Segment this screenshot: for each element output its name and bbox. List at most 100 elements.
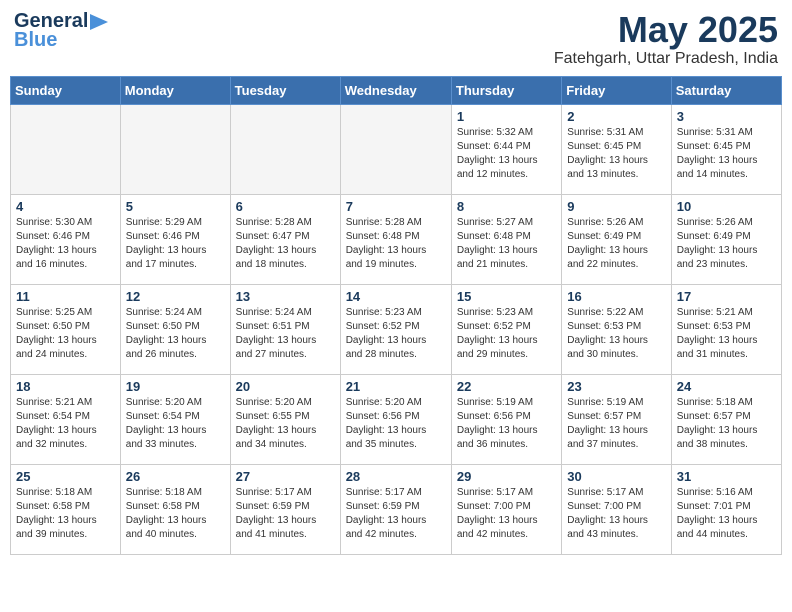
day-info: Sunrise: 5:27 AM Sunset: 6:48 PM Dayligh… (457, 216, 556, 272)
calendar-day-cell: 19 Sunrise: 5:20 AM Sunset: 6:54 PM Dayli… (120, 374, 230, 464)
day-number: 6 (236, 199, 335, 214)
day-info: Sunrise: 5:32 AM Sunset: 6:44 PM Dayligh… (457, 126, 556, 182)
day-number: 27 (236, 469, 335, 484)
day-number: 21 (346, 379, 446, 394)
day-info: Sunrise: 5:22 AM Sunset: 6:53 PM Dayligh… (567, 306, 665, 362)
day-number: 4 (16, 199, 115, 214)
day-info: Sunrise: 5:23 AM Sunset: 6:52 PM Dayligh… (457, 306, 556, 362)
calendar-day-cell: 3 Sunrise: 5:31 AM Sunset: 6:45 PM Daylig… (671, 104, 781, 194)
calendar-header-row: SundayMondayTuesdayWednesdayThursdayFrid… (11, 76, 782, 104)
header: General Blue May 2025 Fatehgarh, Uttar P… (10, 10, 782, 68)
month-year-title: May 2025 (554, 10, 778, 50)
day-info: Sunrise: 5:28 AM Sunset: 6:47 PM Dayligh… (236, 216, 335, 272)
day-info: Sunrise: 5:20 AM Sunset: 6:55 PM Dayligh… (236, 396, 335, 452)
day-number: 19 (126, 379, 225, 394)
calendar-week-row: 18 Sunrise: 5:21 AM Sunset: 6:54 PM Dayli… (11, 374, 782, 464)
day-number: 30 (567, 469, 665, 484)
day-number: 9 (567, 199, 665, 214)
day-of-week-header: Wednesday (340, 76, 451, 104)
calendar-day-cell: 23 Sunrise: 5:19 AM Sunset: 6:57 PM Dayli… (562, 374, 671, 464)
calendar-day-cell (120, 104, 230, 194)
day-number: 2 (567, 109, 665, 124)
day-number: 25 (16, 469, 115, 484)
day-number: 26 (126, 469, 225, 484)
day-number: 3 (677, 109, 776, 124)
day-info: Sunrise: 5:17 AM Sunset: 6:59 PM Dayligh… (236, 486, 335, 542)
day-number: 22 (457, 379, 556, 394)
day-number: 10 (677, 199, 776, 214)
calendar-day-cell: 4Sunrise: 5:30 AM Sunset: 6:46 PM Daylig… (11, 194, 121, 284)
day-number: 14 (346, 289, 446, 304)
day-info: Sunrise: 5:29 AM Sunset: 6:46 PM Dayligh… (126, 216, 225, 272)
calendar-day-cell (11, 104, 121, 194)
calendar-day-cell: 24Sunrise: 5:18 AM Sunset: 6:57 PM Dayli… (671, 374, 781, 464)
day-of-week-header: Tuesday (230, 76, 340, 104)
day-info: Sunrise: 5:21 AM Sunset: 6:53 PM Dayligh… (677, 306, 776, 362)
day-number: 24 (677, 379, 776, 394)
calendar-day-cell: 7 Sunrise: 5:28 AM Sunset: 6:48 PM Daylig… (340, 194, 451, 284)
day-number: 12 (126, 289, 225, 304)
calendar-day-cell: 12 Sunrise: 5:24 AM Sunset: 6:50 PM Dayli… (120, 284, 230, 374)
day-info: Sunrise: 5:20 AM Sunset: 6:54 PM Dayligh… (126, 396, 225, 452)
day-info: Sunrise: 5:26 AM Sunset: 6:49 PM Dayligh… (677, 216, 776, 272)
day-number: 28 (346, 469, 446, 484)
calendar-day-cell: 18 Sunrise: 5:21 AM Sunset: 6:54 PM Dayli… (11, 374, 121, 464)
day-number: 31 (677, 469, 776, 484)
calendar-day-cell: 9Sunrise: 5:26 AM Sunset: 6:49 PM Daylig… (562, 194, 671, 284)
day-number: 8 (457, 199, 556, 214)
day-number: 13 (236, 289, 335, 304)
calendar-day-cell: 5Sunrise: 5:29 AM Sunset: 6:46 PM Daylig… (120, 194, 230, 284)
calendar-table: SundayMondayTuesdayWednesdayThursdayFrid… (10, 76, 782, 555)
day-number: 17 (677, 289, 776, 304)
day-of-week-header: Thursday (451, 76, 561, 104)
day-info: Sunrise: 5:19 AM Sunset: 6:57 PM Dayligh… (567, 396, 665, 452)
day-info: Sunrise: 5:25 AM Sunset: 6:50 PM Dayligh… (16, 306, 115, 362)
day-info: Sunrise: 5:20 AM Sunset: 6:56 PM Dayligh… (346, 396, 446, 452)
calendar-week-row: 4Sunrise: 5:30 AM Sunset: 6:46 PM Daylig… (11, 194, 782, 284)
day-info: Sunrise: 5:24 AM Sunset: 6:51 PM Dayligh… (236, 306, 335, 362)
logo: General Blue (14, 10, 110, 52)
day-info: Sunrise: 5:23 AM Sunset: 6:52 PM Dayligh… (346, 306, 446, 362)
day-number: 16 (567, 289, 665, 304)
day-info: Sunrise: 5:28 AM Sunset: 6:48 PM Dayligh… (346, 216, 446, 272)
title-area: May 2025 Fatehgarh, Uttar Pradesh, India (554, 10, 778, 68)
calendar-week-row: 25 Sunrise: 5:18 AM Sunset: 6:58 PM Dayli… (11, 464, 782, 554)
calendar-day-cell: 11Sunrise: 5:25 AM Sunset: 6:50 PM Dayli… (11, 284, 121, 374)
calendar-day-cell: 15 Sunrise: 5:23 AM Sunset: 6:52 PM Dayli… (451, 284, 561, 374)
calendar-day-cell: 14 Sunrise: 5:23 AM Sunset: 6:52 PM Dayli… (340, 284, 451, 374)
day-number: 29 (457, 469, 556, 484)
day-info: Sunrise: 5:31 AM Sunset: 6:45 PM Dayligh… (677, 126, 776, 182)
day-info: Sunrise: 5:16 AM Sunset: 7:01 PM Dayligh… (677, 486, 776, 542)
day-of-week-header: Monday (120, 76, 230, 104)
calendar-day-cell: 29 Sunrise: 5:17 AM Sunset: 7:00 PM Dayli… (451, 464, 561, 554)
day-of-week-header: Friday (562, 76, 671, 104)
logo-blue: Blue (14, 29, 57, 52)
day-number: 23 (567, 379, 665, 394)
day-info: Sunrise: 5:21 AM Sunset: 6:54 PM Dayligh… (16, 396, 115, 452)
calendar-day-cell: 10 Sunrise: 5:26 AM Sunset: 6:49 PM Dayli… (671, 194, 781, 284)
day-info: Sunrise: 5:24 AM Sunset: 6:50 PM Dayligh… (126, 306, 225, 362)
calendar-day-cell: 17 Sunrise: 5:21 AM Sunset: 6:53 PM Dayli… (671, 284, 781, 374)
calendar-day-cell: 6 Sunrise: 5:28 AM Sunset: 6:47 PM Daylig… (230, 194, 340, 284)
day-of-week-header: Saturday (671, 76, 781, 104)
day-number: 18 (16, 379, 115, 394)
calendar-day-cell (340, 104, 451, 194)
day-number: 20 (236, 379, 335, 394)
calendar-week-row: 11Sunrise: 5:25 AM Sunset: 6:50 PM Dayli… (11, 284, 782, 374)
day-number: 1 (457, 109, 556, 124)
calendar-day-cell: 31 Sunrise: 5:16 AM Sunset: 7:01 PM Dayli… (671, 464, 781, 554)
location-subtitle: Fatehgarh, Uttar Pradesh, India (554, 50, 778, 68)
day-info: Sunrise: 5:17 AM Sunset: 6:59 PM Dayligh… (346, 486, 446, 542)
day-info: Sunrise: 5:17 AM Sunset: 7:00 PM Dayligh… (457, 486, 556, 542)
calendar-day-cell: 27 Sunrise: 5:17 AM Sunset: 6:59 PM Dayli… (230, 464, 340, 554)
calendar-day-cell: 28 Sunrise: 5:17 AM Sunset: 6:59 PM Dayli… (340, 464, 451, 554)
day-info: Sunrise: 5:18 AM Sunset: 6:58 PM Dayligh… (126, 486, 225, 542)
day-info: Sunrise: 5:31 AM Sunset: 6:45 PM Dayligh… (567, 126, 665, 182)
calendar-day-cell: 1 Sunrise: 5:32 AM Sunset: 6:44 PM Daylig… (451, 104, 561, 194)
day-number: 15 (457, 289, 556, 304)
day-number: 7 (346, 199, 446, 214)
calendar-day-cell: 25Sunrise: 5:18 AM Sunset: 6:58 PM Dayli… (11, 464, 121, 554)
calendar-day-cell: 8 Sunrise: 5:27 AM Sunset: 6:48 PM Daylig… (451, 194, 561, 284)
logo-flag-icon (88, 14, 110, 30)
calendar-day-cell: 2 Sunrise: 5:31 AM Sunset: 6:45 PM Daylig… (562, 104, 671, 194)
